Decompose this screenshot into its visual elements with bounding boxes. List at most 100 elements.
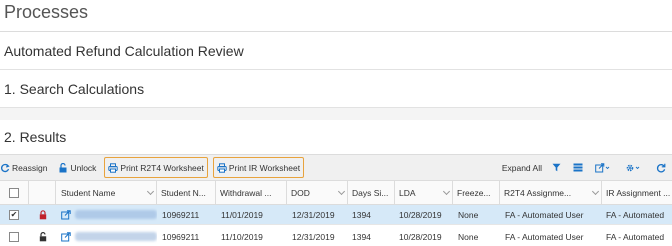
columns-button[interactable] [568,157,590,178]
ir-assignment-cell: FA - Automated [602,227,672,246]
column-header-label: Freeze... [457,187,491,198]
student-name-cell[interactable] [56,227,157,246]
toolbar-right-group: Expand All [497,155,672,180]
expand-all-button[interactable]: Expand All [497,157,547,178]
print-ir-label: Print IR Worksheet [228,162,301,173]
lock-icon[interactable] [39,209,47,220]
column-header-ir-assignment[interactable]: IR Assignment ... [602,181,672,204]
days-since-value: 1394 [352,231,371,242]
student-number-value: 10969211 [162,209,200,220]
freeze-cell: None [453,205,500,224]
column-header-label: Student N... [161,187,206,198]
column-header-label: DOD [291,187,310,198]
chevron-down-icon [337,187,346,196]
column-header-label: Withdrawal ... [220,187,272,198]
dod-value: 12/31/2019 [292,231,335,242]
column-header-dod[interactable]: DOD [287,181,348,204]
ir-assignment-value: FA - Automated [606,231,665,242]
page-title-text: Processes [4,2,89,22]
export-button[interactable] [590,157,617,178]
student-name-cell[interactable] [56,205,157,224]
r2t4-assignment-value: FA - Automated User [505,209,584,220]
results-section-title: 2. Results [4,129,67,145]
page-title: Processes [0,0,672,32]
row-checkbox-cell[interactable] [0,227,29,246]
external-link-icon[interactable] [61,231,71,242]
days-since-cell: 1394 [348,205,395,224]
redacted-student-name [75,210,157,219]
row-checkbox-cell[interactable]: ✔ [0,205,29,224]
lda-cell: 10/28/2019 [395,227,453,246]
settings-button[interactable] [617,157,648,178]
column-header-days-since[interactable]: Days Si... [348,181,395,204]
lda-value: 10/28/2019 [399,209,442,220]
printer-icon [217,162,227,173]
reassign-icon [1,163,10,172]
r2t4-assignment-cell: FA - Automated User [500,205,602,224]
chevron-down-icon [442,187,451,196]
external-link-icon[interactable] [61,209,71,220]
dod-cell: 12/31/2019 [287,205,348,224]
search-section-title: 1. Search Calculations [4,81,145,97]
panel-title: Automated Refund Calculation Review [0,32,672,70]
section-gap [0,108,672,120]
results-section-header: 2. Results [0,120,672,154]
withdrawal-value: 11/10/2019 [221,231,263,242]
print-r2t4-label: Print R2T4 Worksheet [120,162,204,173]
table-header: Student Name Student N... Withdrawal ...… [0,181,672,205]
row-checkbox-checked[interactable]: ✔ [9,209,19,220]
export-icon [595,162,610,172]
redacted-student-name [75,232,157,241]
student-number-cell: 10969211 [157,205,216,224]
freeze-value: None [458,209,479,220]
freeze-value: None [458,231,479,242]
withdrawal-cell: 11/10/2019 [216,227,287,246]
chevron-down-icon [146,187,155,196]
column-header-withdrawal[interactable]: Withdrawal ... [216,181,287,204]
table-row[interactable]: ✔ 10969211 11/01/2019 12/31/2019 1394 10… [0,205,672,225]
column-header-student-number[interactable]: Student N... [157,181,216,204]
reassign-button[interactable]: Reassign [0,157,50,178]
column-header-label: R2T4 Assignme... [504,187,572,198]
unlock-label: Unlock [70,162,97,173]
column-header-label: Days Si... [352,187,389,198]
unlock-button[interactable]: Unlock [55,157,99,178]
column-header-student-name[interactable]: Student Name [56,181,157,204]
r2t4-assignment-cell: FA - Automated User [500,227,602,246]
table-row[interactable]: 10969211 11/10/2019 12/31/2019 1394 10/2… [0,227,672,246]
filter-icon [552,163,561,172]
unlock-icon[interactable] [39,231,47,242]
lda-cell: 10/28/2019 [395,205,453,224]
select-all-checkbox-cell[interactable] [0,181,29,204]
ir-assignment-cell: FA - Automated [602,205,672,224]
gear-icon [626,164,640,171]
student-number-value: 10969211 [162,231,200,242]
lock-column-header [29,181,56,204]
refresh-icon [656,163,666,172]
withdrawal-cell: 11/01/2019 [216,205,287,224]
filter-button[interactable] [547,157,568,178]
select-all-checkbox[interactable] [9,187,19,198]
reassign-label: Reassign [12,162,48,173]
column-header-lda[interactable]: LDA [395,181,453,204]
unlock-icon [59,162,67,172]
withdrawal-value: 11/01/2019 [221,209,263,220]
column-header-label: IR Assignment ... [606,187,671,198]
ir-assignment-value: FA - Automated [606,209,665,220]
r2t4-assignment-value: FA - Automated User [505,231,584,242]
list-icon [573,163,583,172]
print-ir-worksheet-button[interactable]: Print IR Worksheet [212,157,305,178]
results-toolbar: Reassign Unlock Print R2T4 Worksheet Pri… [0,154,672,181]
lock-cell[interactable] [29,227,56,246]
print-r2t4-worksheet-button[interactable]: Print R2T4 Worksheet [104,157,208,178]
search-section-header[interactable]: 1. Search Calculations [0,70,672,108]
dod-value: 12/31/2019 [292,209,335,220]
chevron-down-icon [591,187,600,196]
refresh-button[interactable] [648,157,672,178]
column-header-freeze[interactable]: Freeze... [453,181,500,204]
lock-cell[interactable] [29,205,56,224]
student-number-cell: 10969211 [157,227,216,246]
freeze-cell: None [453,227,500,246]
row-checkbox[interactable] [9,231,19,242]
column-header-r2t4-assignment[interactable]: R2T4 Assignme... [500,181,602,204]
